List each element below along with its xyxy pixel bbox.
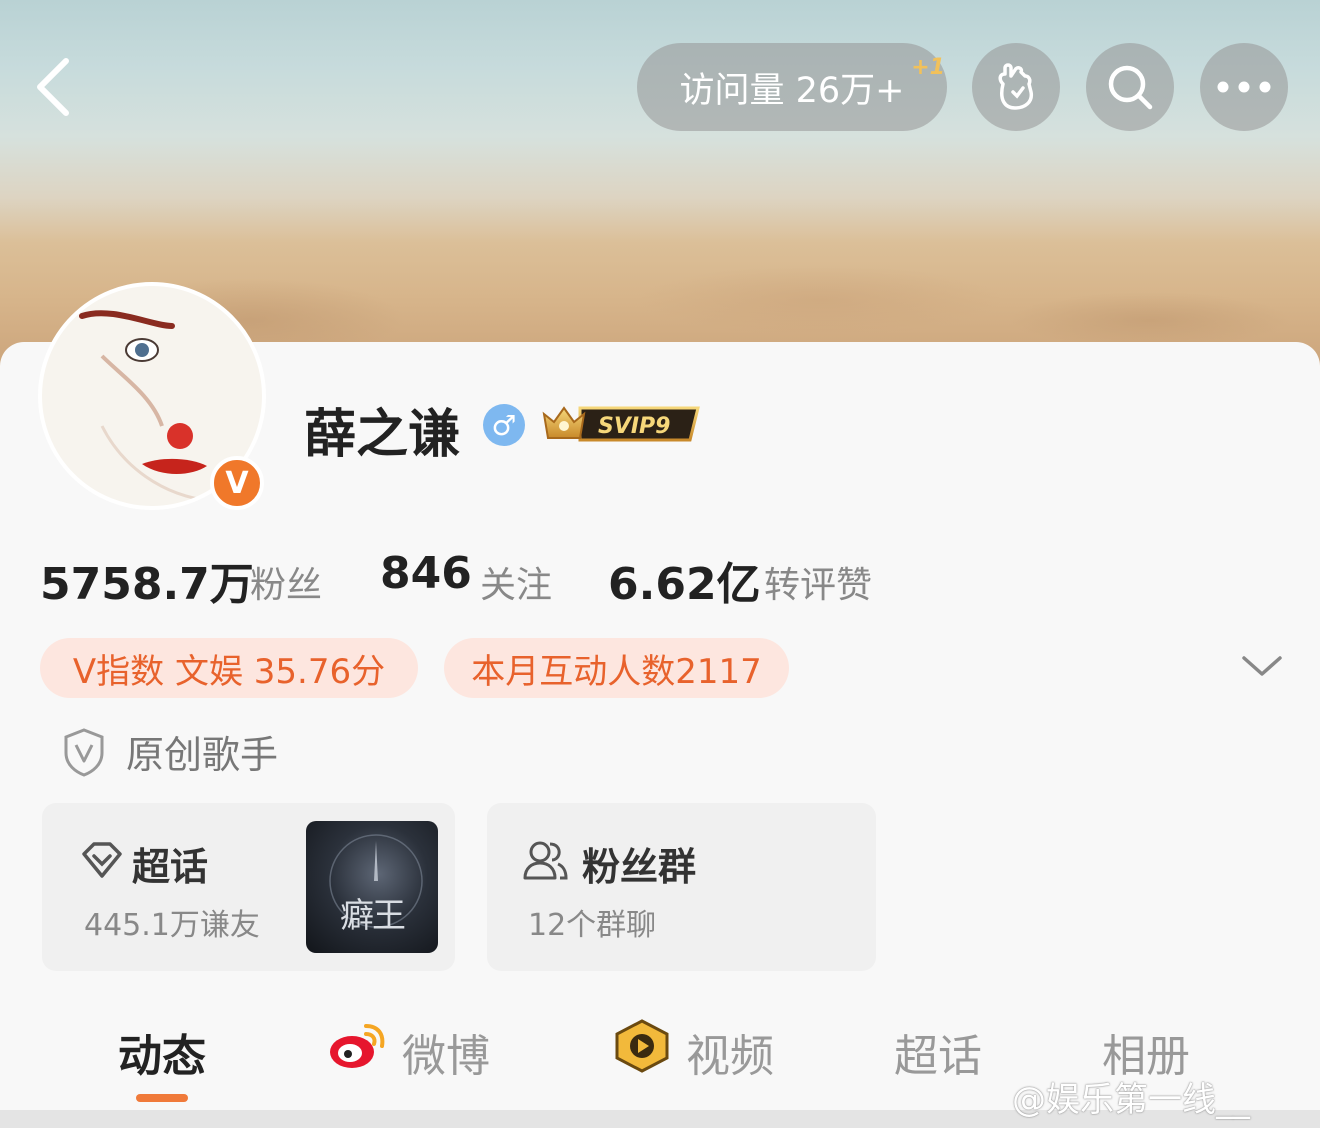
supertopic-thumbnail[interactable]: 癖王 <box>306 821 438 953</box>
finger-heart-icon <box>998 63 1034 110</box>
fan-group-count: 12个群聊 <box>528 908 657 943</box>
tag-row: 原创歌手 <box>62 724 278 779</box>
shield-v-icon <box>64 727 104 777</box>
visits-counter[interactable]: 访问量 26万+ +1 <box>637 43 947 131</box>
interactions-pill[interactable]: 本月互动人数2117 <box>444 638 789 698</box>
following-count[interactable]: 846 <box>380 548 472 599</box>
fan-group-title: 粉丝群 <box>582 845 697 889</box>
fans-count[interactable]: 5758.7万 <box>40 548 254 612</box>
active-tab-indicator <box>136 1094 188 1102</box>
watermark: @娱乐第一线__ <box>1012 1080 1250 1120</box>
tab-weibo[interactable]: 微博 <box>402 1020 490 1084</box>
supertopic-members: 445.1万谦友 <box>84 908 260 943</box>
video-hex-icon <box>615 1019 669 1073</box>
engagement-label: 转评赞 <box>764 565 873 606</box>
like-button[interactable] <box>972 43 1060 131</box>
tab-feed[interactable]: 动态 <box>118 1020 206 1084</box>
engagement-count: 6.62亿 <box>608 559 761 610</box>
tab-video[interactable]: 视频 <box>686 1020 774 1084</box>
thumbnail-title: 癖王 <box>340 896 406 936</box>
weibo-logo-icon <box>330 1024 385 1068</box>
tag-label: 原创歌手 <box>126 733 279 777</box>
svip-badge[interactable]: SVIP9 <box>540 402 700 446</box>
diamond-icon <box>82 842 122 878</box>
following-label[interactable]: 关注 <box>480 556 552 608</box>
search-button[interactable] <box>1086 43 1174 131</box>
verified-badge: V <box>210 456 264 510</box>
visits-label: 访问量 26万+ <box>679 70 905 111</box>
supertopic-title: 超话 <box>132 845 209 889</box>
search-icon <box>1108 65 1153 110</box>
back-icon[interactable] <box>30 55 80 119</box>
tab-supertopic[interactable]: 超话 <box>894 1020 982 1084</box>
more-dots-icon <box>1217 81 1271 93</box>
svip-label: SVIP9 <box>598 414 671 439</box>
visits-bonus: +1 <box>911 55 945 80</box>
more-button[interactable] <box>1200 43 1288 131</box>
chevron-down-icon[interactable] <box>1240 650 1284 680</box>
group-people-icon <box>523 841 568 880</box>
v-index-pill[interactable]: V指数 文娱 35.76分 <box>40 638 418 698</box>
fans-label[interactable]: 粉丝 <box>250 556 322 608</box>
gender-male-icon: ♂ <box>483 404 525 446</box>
profile-name: 薛之谦 <box>304 405 461 465</box>
